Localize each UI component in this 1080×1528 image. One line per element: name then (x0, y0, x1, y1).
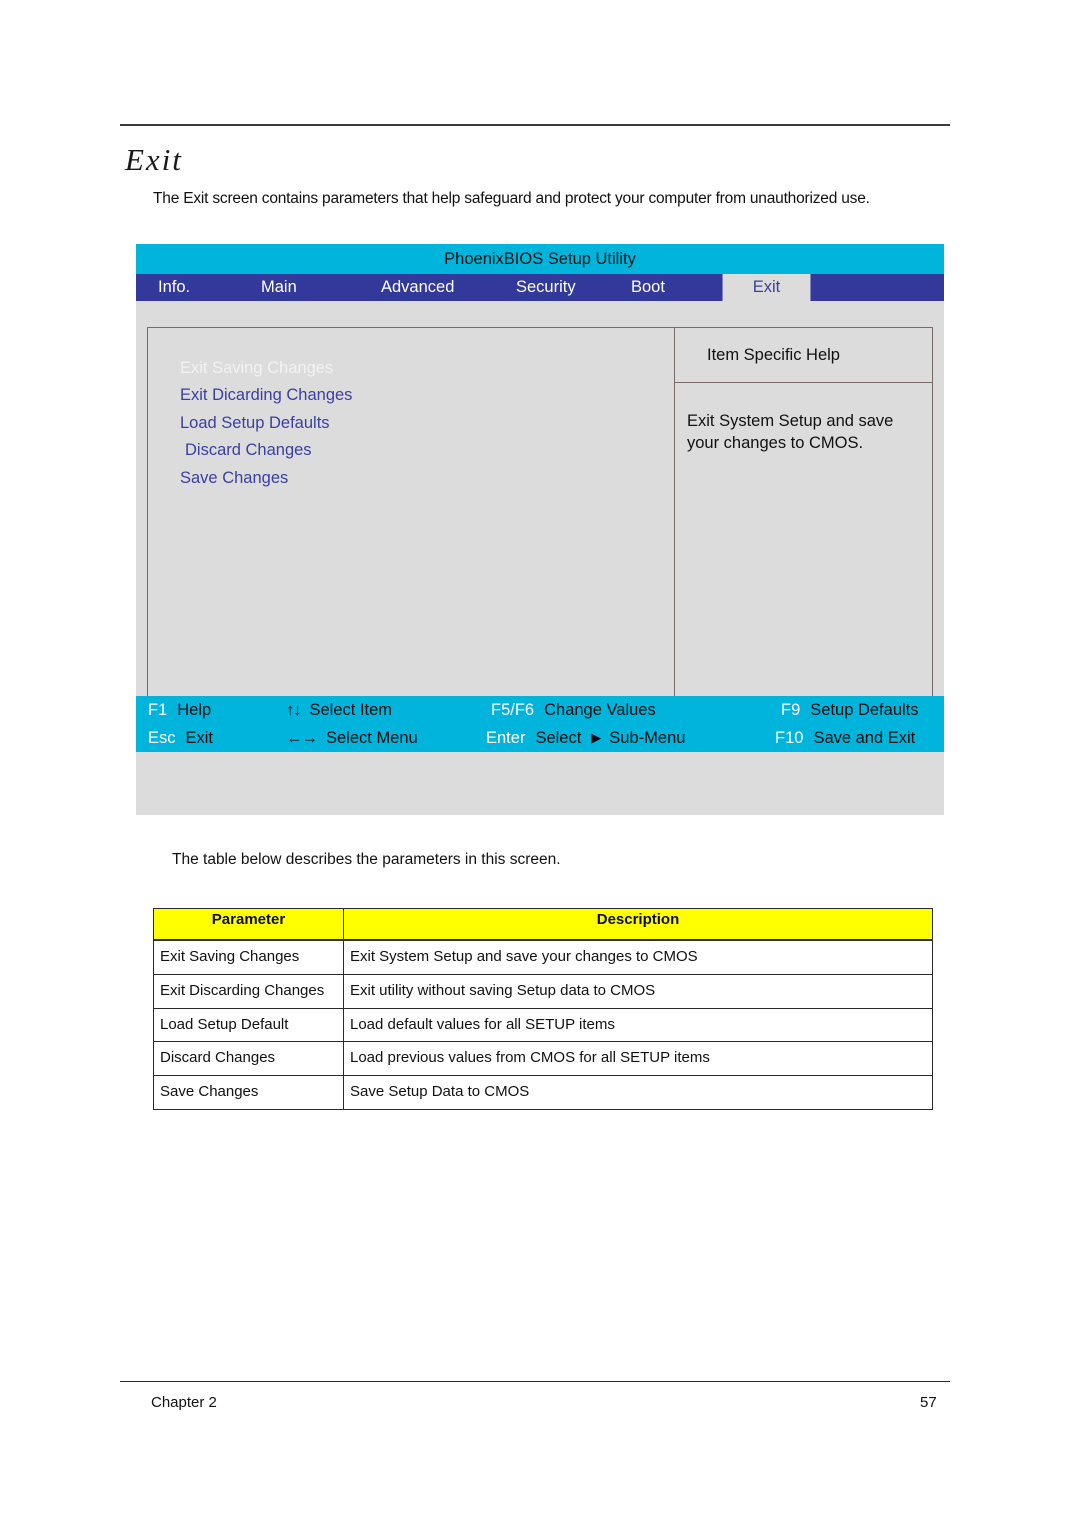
document-page: Exit The Exit screen contains parameters… (0, 0, 1080, 1528)
tab-info-label: Info. (158, 278, 191, 296)
column-header-parameter: Parameter (153, 908, 344, 941)
intro-paragraph: The Exit screen contains parameters that… (153, 190, 870, 207)
key-leftright-select-menu[interactable]: ←→ Select Menu (286, 724, 418, 752)
bios-title-bar: PhoenixBIOS Setup Utility (136, 244, 944, 274)
column-header-description: Description (343, 908, 933, 941)
key-esc-exit[interactable]: Esc Exit (148, 724, 213, 752)
key-submenu-label: Sub-Menu (609, 728, 686, 747)
cell-description: Load default values for all SETUP items (343, 1007, 933, 1043)
table-row: Load Setup Default Load default values f… (153, 1007, 933, 1043)
table-header-row: Parameter Description (153, 908, 933, 941)
key-leftright-action: Select Menu (326, 728, 418, 747)
menu-item-exit-saving-changes[interactable]: Exit Saving Changes (180, 355, 674, 382)
bios-title-text: PhoenixBIOS Setup Utility (444, 249, 636, 268)
key-f9-label: F9 (781, 700, 801, 719)
key-f9-action: Setup Defaults (810, 700, 919, 719)
footer-chapter-label: Chapter 2 (151, 1394, 217, 1411)
table-row: Exit Saving Changes Exit System Setup an… (153, 939, 933, 975)
cell-parameter: Discard Changes (153, 1041, 344, 1076)
tab-boot[interactable]: Boot (614, 274, 722, 301)
table-row: Save Changes Save Setup Data to CMOS (153, 1075, 933, 1110)
arrow-up-down-icon: ↑↓ (286, 700, 301, 719)
key-enter-select[interactable]: Enter Select ▶ Sub-Menu (486, 724, 685, 752)
header-divider (120, 124, 950, 126)
key-f5f6-label: F5/F6 (491, 700, 535, 719)
bios-menu-list: Exit Saving Changes Exit Dicarding Chang… (148, 328, 674, 492)
cell-description: Save Setup Data to CMOS (343, 1075, 933, 1110)
tab-exit[interactable]: Exit (722, 274, 811, 301)
key-f1-label: F1 (148, 700, 168, 719)
key-enter-label: Enter (486, 728, 526, 747)
tab-security-label: Security (516, 278, 576, 296)
tab-exit-label: Exit (752, 278, 781, 296)
tab-advanced-label: Advanced (381, 278, 455, 296)
help-panel-title: Item Specific Help (707, 345, 840, 364)
bios-tab-bar: Info. Main Advanced Security Boot Exit (136, 274, 944, 301)
key-f1-help[interactable]: F1 Help (148, 696, 211, 724)
key-updown-select-item[interactable]: ↑↓ Select Item (286, 696, 392, 724)
arrow-left-right-icon: ←→ (286, 728, 318, 747)
bios-setup-screen: PhoenixBIOS Setup Utility Info. Main Adv… (136, 244, 944, 815)
bios-key-row-2: Esc Exit ←→ Select Menu Enter Select ▶ S… (136, 724, 944, 752)
table-row: Discard Changes Load previous values fro… (153, 1041, 933, 1076)
cell-parameter: Exit Saving Changes (153, 939, 344, 975)
submenu-triangle-icon: ▶ (591, 730, 602, 745)
bios-key-row-1: F1 Help ↑↓ Select Item F5/F6 Change Valu… (136, 696, 944, 724)
help-panel-header: Item Specific Help (675, 328, 932, 383)
tab-main-label: Main (261, 278, 297, 296)
tab-advanced[interactable]: Advanced (363, 274, 499, 301)
tab-info[interactable]: Info. (136, 274, 241, 301)
cell-description: Exit System Setup and save your changes … (343, 939, 933, 975)
tab-main[interactable]: Main (241, 274, 363, 301)
key-updown-action: Select Item (309, 700, 393, 719)
bios-key-bar: F1 Help ↑↓ Select Item F5/F6 Change Valu… (136, 696, 944, 752)
parameter-description-table: Parameter Description Exit Saving Change… (153, 908, 933, 1110)
cell-description: Exit utility without saving Setup data t… (343, 973, 933, 1009)
key-f10-action: Save and Exit (813, 728, 916, 747)
key-f10-label: F10 (775, 728, 804, 747)
key-esc-action: Exit (185, 728, 214, 747)
key-f9-setup-defaults[interactable]: F9 Setup Defaults (781, 696, 919, 724)
key-enter-action: Select (535, 728, 582, 747)
bios-body: Exit Saving Changes Exit Dicarding Chang… (136, 301, 944, 752)
menu-item-save-changes[interactable]: Save Changes (180, 465, 674, 492)
footer-page-number: 57 (920, 1394, 937, 1411)
table-intro-text: The table below describes the parameters… (172, 851, 561, 868)
bios-options-panel: Exit Saving Changes Exit Dicarding Chang… (147, 327, 675, 720)
help-panel-body: Exit System Setup and save your changes … (687, 412, 894, 453)
footer-divider (120, 1381, 950, 1382)
page-title: Exit (125, 142, 183, 177)
key-f5f6-change-values[interactable]: F5/F6 Change Values (491, 696, 656, 724)
table-row: Exit Discarding Changes Exit utility wit… (153, 973, 933, 1009)
cell-parameter: Save Changes (153, 1075, 344, 1110)
menu-item-discard-changes[interactable]: Discard Changes (180, 437, 674, 464)
key-f10-save-and-exit[interactable]: F10 Save and Exit (775, 724, 915, 752)
tab-boot-label: Boot (631, 278, 665, 296)
key-esc-label: Esc (148, 728, 176, 747)
key-f5f6-action: Change Values (544, 700, 656, 719)
menu-item-exit-discarding-changes[interactable]: Exit Dicarding Changes (180, 382, 674, 409)
cell-parameter: Exit Discarding Changes (153, 973, 344, 1009)
menu-item-load-setup-defaults[interactable]: Load Setup Defaults (180, 410, 674, 437)
key-f1-action: Help (177, 700, 212, 719)
cell-parameter: Load Setup Default (153, 1007, 344, 1043)
cell-description: Load previous values from CMOS for all S… (343, 1041, 933, 1076)
tab-security[interactable]: Security (499, 274, 614, 301)
bios-help-panel: Item Specific Help Exit System Setup and… (675, 327, 933, 720)
